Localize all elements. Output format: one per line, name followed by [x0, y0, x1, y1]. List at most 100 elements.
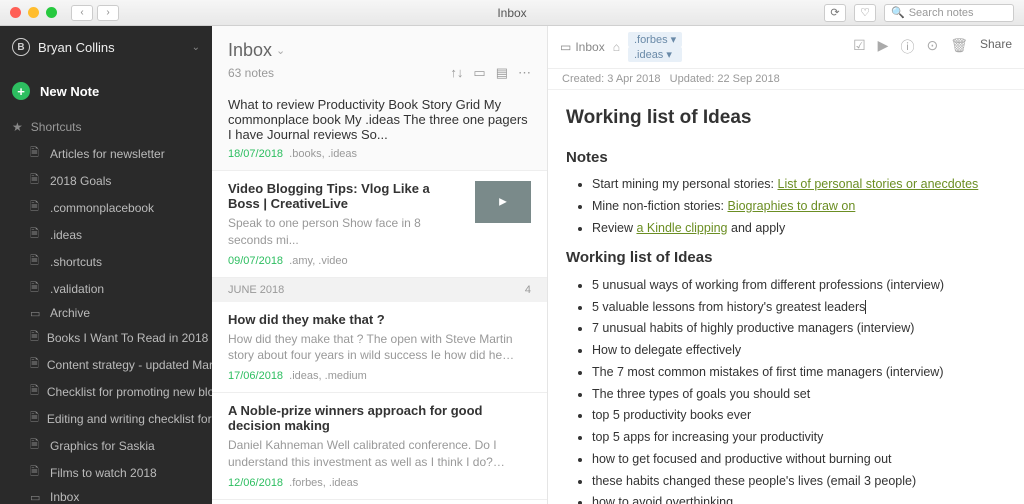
list-item[interactable]: The 7 most common mistakes of first time… [592, 363, 1006, 382]
zoom-icon[interactable] [46, 7, 57, 18]
list-item[interactable]: Mine non-fiction stories: Biographies to… [592, 197, 1006, 216]
notebook-icon: ▭ [560, 40, 571, 54]
sidebar-item[interactable]: 🗎.commonplacebook [0, 194, 212, 221]
chevron-down-icon: ⌄ [276, 44, 285, 57]
note-icon: 🗎 [30, 252, 42, 271]
note-list-panel: Inbox ⌄ 63 notes ↑↓ ▭ ▤ ⋯ What to review… [212, 26, 548, 504]
note-item-title: A Noble-prize winners approach for good … [228, 403, 531, 433]
note-item[interactable]: A Noble-prize winners approach for good … [212, 393, 547, 500]
window-title: Inbox [497, 6, 526, 20]
list-item[interactable]: how to avoid overthinking [592, 493, 1006, 504]
list-item[interactable]: top 5 apps for increasing your productiv… [592, 428, 1006, 447]
note-title[interactable]: Working list of Ideas [566, 104, 1006, 133]
sidebar-item[interactable]: ▭Inbox [0, 486, 212, 504]
sidebar-item[interactable]: 🗎2018 Goals [0, 167, 212, 194]
list-item[interactable]: 5 unusual ways of working from different… [592, 276, 1006, 295]
info-icon[interactable]: ⓘ [900, 37, 914, 57]
note-item-title: Video Blogging Tips: Vlog Like a Boss | … [228, 181, 465, 211]
search-input[interactable]: 🔍Search notes [884, 4, 1014, 22]
titlebar: ‹ › Inbox ⟳ ♡ 🔍Search notes [0, 0, 1024, 26]
notebook-picker-icon[interactable]: ⌂ [613, 40, 620, 54]
note-item[interactable]: What to review Productivity Book Story G… [212, 87, 547, 171]
list-item[interactable]: How to delegate effectively [592, 341, 1006, 360]
link[interactable]: List of personal stories or anecdotes [778, 177, 979, 191]
note-item-title: What to review Productivity Book Story G… [228, 97, 531, 142]
new-note-label: New Note [40, 84, 99, 99]
note-body[interactable]: Working list of Ideas Notes Start mining… [548, 90, 1024, 504]
note-icon: 🗎 [30, 198, 42, 217]
filter-button[interactable]: ▤ [496, 65, 508, 81]
note-dates: Created: 3 Apr 2018 Updated: 22 Sep 2018 [548, 69, 1024, 90]
list-item[interactable]: The three types of goals you should set [592, 385, 1006, 404]
shortcuts-header[interactable]: ★ Shortcuts [0, 114, 212, 140]
sidebar-item[interactable]: 🗎.validation [0, 275, 212, 302]
sidebar-item[interactable]: 🗎.ideas [0, 221, 212, 248]
account-switcher[interactable]: B Bryan Collins ⌄ [0, 26, 212, 68]
minimize-icon[interactable] [28, 7, 39, 18]
note-icon: 🗎 [30, 171, 42, 190]
list-item[interactable]: Review a Kindle clipping and apply [592, 219, 1006, 238]
forward-button[interactable]: › [97, 5, 119, 21]
more-button[interactable]: ⋯ [518, 65, 531, 81]
sidebar-item[interactable]: 🗎Checklist for promoting new blo... [0, 378, 212, 405]
note-item[interactable]: How did they make that ?How did they mak… [212, 302, 547, 394]
editor-panel: ▭Inbox ⌂ .forbes ▾.ideas ▾ ☑ ▶ ⓘ ⊙ 🗑 Sha… [548, 26, 1024, 504]
notelist-title[interactable]: Inbox ⌄ [228, 40, 531, 61]
sort-button[interactable]: ↑↓ [450, 65, 463, 81]
chevron-down-icon: ▾ [671, 33, 677, 46]
close-icon[interactable] [10, 7, 21, 18]
sidebar-item[interactable]: 🗎Graphics for Saskia [0, 432, 212, 459]
sidebar-item[interactable]: 🗎Editing and writing checklist for... [0, 405, 212, 432]
note-item-snippet: How did they make that ? The open with S… [228, 331, 531, 365]
more-icon[interactable]: ⊙ [926, 37, 938, 57]
app-logo-icon: B [12, 38, 30, 56]
sidebar-item[interactable]: 🗎.shortcuts [0, 248, 212, 275]
notelist-count: 63 notes [228, 66, 274, 80]
shortcuts-list: 🗎Articles for newsletter🗎2018 Goals🗎.com… [0, 140, 212, 504]
list-item[interactable]: Start mining my personal stories: List o… [592, 175, 1006, 194]
list-item[interactable]: top 5 productivity books ever [592, 406, 1006, 425]
section-heading: Notes [566, 147, 1006, 170]
chevron-down-icon: ⌄ [192, 42, 200, 53]
note-item-snippet: Speak to one person Show face in 8 secon… [228, 215, 465, 249]
note-item-meta: 17/06/2018 .ideas, .medium [228, 370, 531, 382]
tag[interactable]: .forbes ▾ [628, 32, 682, 47]
sidebar-item[interactable]: 🗎Articles for newsletter [0, 140, 212, 167]
sync-button[interactable]: ⟳ [824, 4, 846, 22]
nav-buttons: ‹ › [71, 5, 119, 21]
new-note-button[interactable]: + New Note [0, 74, 212, 108]
note-icon: 🗎 [30, 382, 39, 401]
share-button[interactable]: Share [980, 37, 1012, 57]
present-icon[interactable]: ▶ [878, 37, 889, 57]
list-item[interactable]: these habits changed these people's live… [592, 472, 1006, 491]
note-icon: 🗎 [30, 409, 39, 428]
link[interactable]: a Kindle clipping [636, 221, 727, 235]
note-item[interactable]: Video Blogging Tips: Vlog Like a Boss | … [212, 171, 547, 278]
activity-button[interactable]: ♡ [854, 4, 876, 22]
sidebar-item[interactable]: 🗎Films to watch 2018 [0, 459, 212, 486]
note-item[interactable]: Forbes ideasLinear progression vs norm f… [212, 500, 547, 504]
account-name: Bryan Collins [38, 40, 184, 55]
notebook-icon: ▭ [30, 307, 42, 320]
list-item[interactable]: 7 unusual habits of highly productive ma… [592, 319, 1006, 338]
link[interactable]: Biographies to draw on [727, 199, 855, 213]
sidebar-item[interactable]: 🗎Books I Want To Read in 2018 [0, 324, 212, 351]
star-icon: ★ [12, 120, 23, 134]
note-item-meta: 12/06/2018 .forbes, .ideas [228, 477, 531, 489]
reminder-icon[interactable]: ☑ [853, 37, 866, 57]
breadcrumb[interactable]: ▭Inbox [560, 40, 605, 54]
tag[interactable]: .ideas ▾ [628, 47, 682, 62]
month-separator: JUNE 20184 [212, 278, 547, 302]
view-button[interactable]: ▭ [473, 65, 485, 81]
back-button[interactable]: ‹ [71, 5, 93, 21]
window-controls [0, 7, 57, 18]
sidebar-item[interactable]: ▭Archive [0, 302, 212, 324]
list-item[interactable]: how to get focused and productive withou… [592, 450, 1006, 469]
sidebar-item[interactable]: 🗎Content strategy - updated Marc... [0, 351, 212, 378]
trash-icon[interactable]: 🗑 [950, 37, 968, 57]
plus-icon: + [12, 82, 30, 100]
list-item[interactable]: 5 valuable lessons from history's greate… [592, 298, 1006, 317]
note-icon: 🗎 [30, 463, 42, 482]
note-icon: 🗎 [30, 328, 39, 347]
note-icon: 🗎 [30, 436, 42, 455]
